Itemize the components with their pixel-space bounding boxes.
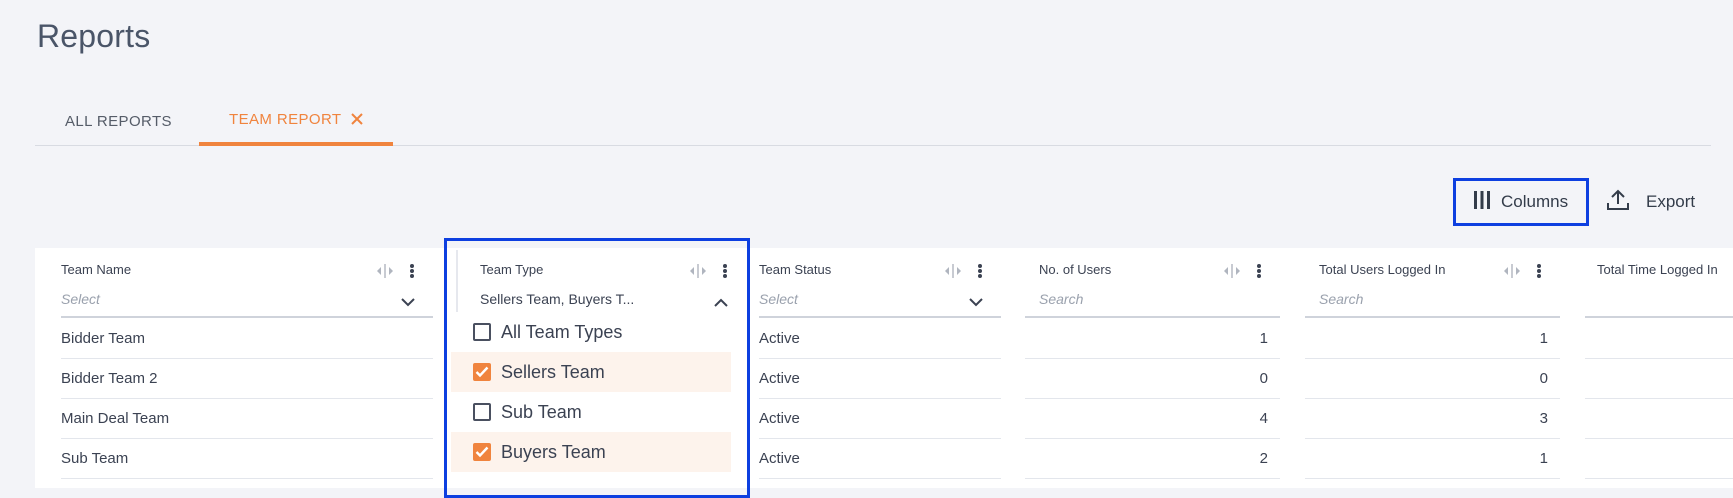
column-header-label: No. of Users: [1039, 262, 1112, 277]
table-cell: [1585, 439, 1733, 479]
column-team-name: Team Name Select Bidder Team Bidder Team…: [61, 248, 433, 488]
table-cell: 1: [1305, 439, 1560, 479]
filter-placeholder: Search: [1319, 291, 1364, 307]
column-total-users-logged-in: Total Users Logged In Search 1 0 3 1: [1305, 248, 1560, 488]
table-cell: [1585, 399, 1733, 439]
status-value: Active: [759, 450, 800, 467]
page-title: Reports: [37, 18, 151, 54]
table-cell: Bidder Team 2: [61, 359, 433, 399]
table-cell: Main Deal Team: [61, 399, 433, 439]
table-cell: 2: [1025, 439, 1280, 479]
team-type-highlight-frame: [444, 238, 750, 498]
resize-handle-icon[interactable]: [943, 264, 963, 281]
status-value: Active: [759, 370, 800, 387]
column-header-label: Total Users Logged In: [1319, 262, 1446, 277]
upload-icon: [1606, 189, 1630, 216]
column-header[interactable]: No. of Users: [1039, 262, 1280, 282]
column-header[interactable]: Total Time Logged In: [1597, 262, 1733, 282]
column-total-time-logged-in: Total Time Logged In: [1585, 248, 1733, 488]
table-cell: 0: [1025, 359, 1280, 399]
column-header-label: Team Name: [61, 262, 132, 277]
logged-in-value: 3: [1539, 410, 1548, 427]
table-cell: Active: [759, 319, 1001, 359]
close-icon[interactable]: [351, 113, 364, 125]
filter-placeholder: Search: [1039, 291, 1084, 307]
team-name-value: Sub Team: [61, 450, 129, 467]
users-value: 1: [1259, 330, 1268, 347]
table-cell: 4: [1025, 399, 1280, 439]
team-name-value: Main Deal Team: [61, 410, 170, 427]
more-vertical-icon[interactable]: [1256, 263, 1262, 282]
column-header-label: Team Status: [759, 262, 832, 277]
table-cell: Sub Team: [61, 439, 433, 479]
resize-handle-icon[interactable]: [375, 264, 395, 281]
export-label: Export: [1646, 192, 1696, 211]
team-status-filter[interactable]: Select: [759, 288, 1001, 318]
table-cell: 0: [1305, 359, 1560, 399]
team-name-value: Bidder Team: [61, 330, 145, 347]
column-no-of-users: No. of Users Search 1 0 4 2: [1025, 248, 1280, 488]
filter-placeholder: Select: [61, 291, 100, 307]
logged-in-value: 0: [1539, 370, 1548, 387]
resize-handle-icon[interactable]: [1502, 264, 1522, 281]
table-cell: [1585, 359, 1733, 399]
users-value: 0: [1259, 370, 1268, 387]
status-value: Active: [759, 410, 800, 427]
table-cell: [1585, 319, 1733, 359]
logged-in-value: 1: [1539, 450, 1548, 467]
team-report-grid: Team Name Select Bidder Team Bidder Team…: [35, 248, 1733, 488]
tab-team-report-label: TEAM REPORT: [229, 110, 342, 128]
column-header[interactable]: Total Users Logged In: [1319, 262, 1560, 282]
table-cell: Active: [759, 399, 1001, 439]
logged-in-value: 1: [1539, 330, 1548, 347]
more-vertical-icon[interactable]: [409, 263, 415, 282]
users-search-input[interactable]: Search: [1025, 288, 1280, 318]
columns-icon: [1473, 190, 1491, 215]
tab-team-report[interactable]: TEAM REPORT: [199, 96, 394, 146]
column-header[interactable]: Team Name: [61, 262, 433, 282]
time-filter[interactable]: [1585, 288, 1733, 318]
table-cell: 1: [1305, 319, 1560, 359]
column-header-label: Total Time Logged In: [1597, 262, 1718, 277]
table-cell: 1: [1025, 319, 1280, 359]
logged-in-search-input[interactable]: Search: [1305, 288, 1560, 318]
filter-placeholder: Select: [759, 291, 798, 307]
resize-handle-icon[interactable]: [1222, 264, 1242, 281]
table-cell: Active: [759, 359, 1001, 399]
table-cell: Bidder Team: [61, 319, 433, 359]
columns-button[interactable]: Columns: [1453, 178, 1589, 226]
more-vertical-icon[interactable]: [977, 263, 983, 282]
status-value: Active: [759, 330, 800, 347]
chevron-down-icon: [401, 294, 415, 310]
column-header[interactable]: Team Status: [759, 262, 1001, 282]
tab-all-reports[interactable]: ALL REPORTS: [65, 96, 172, 146]
team-name-filter[interactable]: Select: [61, 288, 433, 318]
export-button[interactable]: Export: [1606, 178, 1695, 226]
tab-all-reports-label: ALL REPORTS: [65, 112, 172, 130]
more-vertical-icon[interactable]: [1536, 263, 1542, 282]
report-tabs: ALL REPORTS TEAM REPORT: [35, 96, 1711, 146]
team-name-value: Bidder Team 2: [61, 370, 158, 387]
column-team-status: Team Status Select Active Active Active …: [759, 248, 1001, 488]
chevron-down-icon: [969, 294, 983, 310]
users-value: 4: [1259, 410, 1268, 427]
table-cell: 3: [1305, 399, 1560, 439]
users-value: 2: [1259, 450, 1268, 467]
table-cell: Active: [759, 439, 1001, 479]
columns-label: Columns: [1501, 192, 1569, 211]
